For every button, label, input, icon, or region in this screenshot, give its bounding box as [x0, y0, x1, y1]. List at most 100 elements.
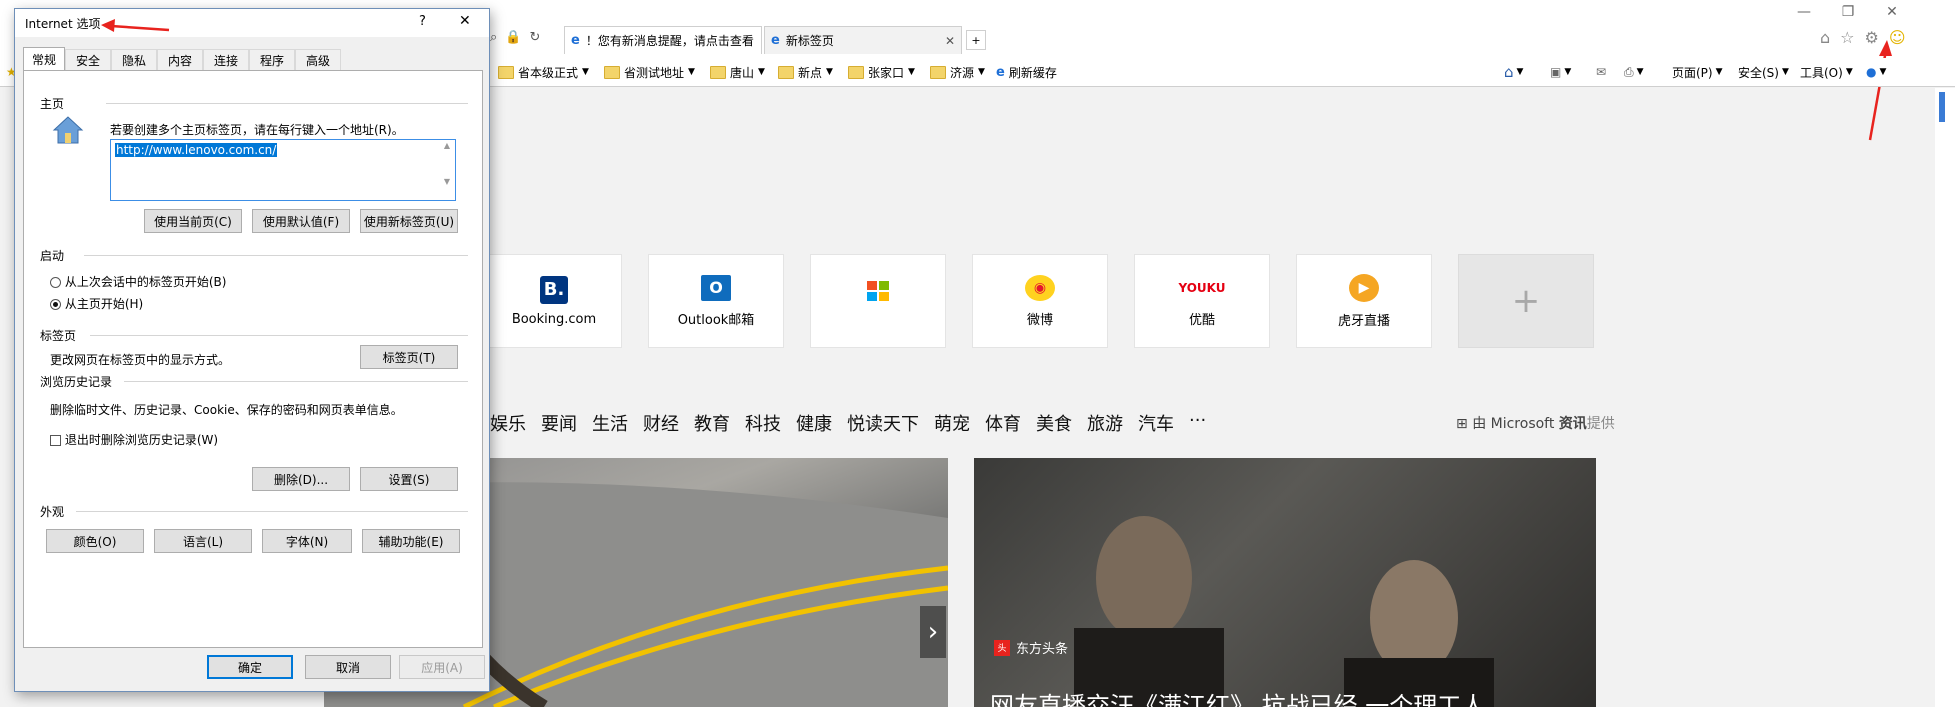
bookmark-folder[interactable]: 省测试地址 ▼: [604, 62, 695, 82]
tile-label: 虎牙直播: [1337, 313, 1390, 329]
refresh-icon[interactable]: ↻: [529, 30, 540, 50]
close-window-icon[interactable]: ✕: [1880, 4, 1904, 24]
tab-advanced[interactable]: 高级: [295, 49, 341, 71]
use-new-tab-button[interactable]: 使用新标签页(U): [360, 209, 458, 233]
home-command[interactable]: ⌂ ▼: [1504, 62, 1523, 82]
checkbox[interactable]: [50, 435, 61, 446]
scrollbar-thumb[interactable]: [1939, 92, 1945, 122]
bookmark-label: 省测试地址: [624, 65, 685, 80]
chevron-down-icon: ▼: [908, 67, 915, 77]
tabs-group-label: 标签页: [40, 329, 77, 343]
more-categories-button[interactable]: ···: [1189, 410, 1206, 436]
category-link[interactable]: 科技: [745, 410, 781, 436]
delete-history-button[interactable]: 删除(D)...: [252, 467, 350, 491]
bookmark-folder[interactable]: 唐山 ▼: [710, 62, 765, 82]
category-link[interactable]: 汽车: [1138, 410, 1174, 436]
microsoft-icon: ⊞: [1456, 416, 1468, 432]
category-link[interactable]: 财经: [643, 410, 679, 436]
cancel-button[interactable]: 取消: [305, 655, 391, 679]
tab-new-tab[interactable]: e 新标签页 ✕: [764, 26, 962, 54]
tile-store[interactable]: [810, 254, 946, 348]
tab-notice[interactable]: e ！您有新消息提醒，请点击查看: [564, 26, 762, 54]
appearance-group-label: 外观: [40, 505, 65, 519]
use-current-button[interactable]: 使用当前页(C): [144, 209, 242, 233]
help-menu[interactable]: ● ▼: [1866, 62, 1886, 82]
languages-button[interactable]: 语言(L): [154, 529, 252, 553]
bookmark-folder[interactable]: 济源 ▼: [930, 62, 985, 82]
tab-programs[interactable]: 程序: [249, 49, 295, 71]
category-link[interactable]: 娱乐: [490, 410, 526, 436]
bookmark-label: 济源: [950, 65, 975, 80]
close-icon[interactable]: ✕: [459, 13, 471, 29]
home-icon[interactable]: ⌂: [1820, 28, 1830, 47]
folder-icon: [848, 65, 864, 79]
new-tab-button[interactable]: +: [966, 30, 986, 50]
provider-credit: ⊞ 由 Microsoft 资讯提供: [1456, 413, 1615, 433]
mail-command[interactable]: ✉: [1596, 62, 1606, 82]
help-button[interactable]: ?: [419, 14, 426, 29]
print-command[interactable]: ⎙ ▼: [1624, 62, 1644, 82]
accessibility-button[interactable]: 辅助功能(E): [362, 529, 460, 553]
provider-prefix: 由 Microsoft: [1472, 416, 1559, 432]
colors-button[interactable]: 颜色(O): [46, 529, 144, 553]
add-tile-button[interactable]: +: [1458, 254, 1594, 348]
category-link[interactable]: 美食: [1036, 410, 1072, 436]
category-link[interactable]: 健康: [796, 410, 832, 436]
news-headline[interactable]: 网友直播交汪《满江红》 抗战已经 一个理工人: [990, 686, 1485, 707]
category-link[interactable]: 生活: [592, 410, 628, 436]
fonts-button[interactable]: 字体(N): [262, 529, 352, 553]
tile-huya[interactable]: ▶ 虎牙直播: [1296, 254, 1432, 348]
tab-general[interactable]: 常规: [23, 47, 65, 71]
tabs-settings-button[interactable]: 标签页(T): [360, 345, 458, 369]
tab-close-icon[interactable]: ✕: [945, 34, 955, 48]
carousel-next-button[interactable]: ›: [920, 606, 946, 658]
news-image-movie[interactable]: 头 东方头条 网友直播交汪《满江红》 抗战已经 一个理工人: [974, 458, 1596, 707]
chevron-down-icon: ▼: [1516, 67, 1524, 77]
category-link[interactable]: 悦读天下: [847, 410, 919, 436]
history-settings-button[interactable]: 设置(S): [360, 467, 458, 491]
search-icon[interactable]: ⌕: [490, 30, 497, 50]
tools-menu-label: 工具(O): [1800, 65, 1843, 80]
startup-option-last-session[interactable]: 从上次会话中的标签页开始(B): [50, 273, 226, 290]
tile-outlook[interactable]: O Outlook邮箱: [648, 254, 784, 348]
tab-security[interactable]: 安全: [65, 49, 111, 71]
tile-weibo[interactable]: ◉ 微博: [972, 254, 1108, 348]
tab-connections[interactable]: 连接: [203, 49, 249, 71]
tools-menu[interactable]: 工具(O) ▼: [1800, 62, 1853, 82]
radio-button-selected[interactable]: [50, 299, 61, 310]
feeds-command[interactable]: ▣ ▼: [1550, 62, 1571, 82]
category-link[interactable]: 要闻: [541, 410, 577, 436]
bookmark-link[interactable]: e 刷新缓存: [996, 62, 1057, 82]
tab-privacy[interactable]: 隐私: [111, 49, 157, 71]
safety-menu[interactable]: 安全(S) ▼: [1738, 62, 1789, 82]
category-link[interactable]: 萌宠: [934, 410, 970, 436]
chevron-down-icon: ▼: [582, 67, 589, 77]
favorites-star-icon[interactable]: ☆: [1840, 28, 1854, 47]
bookmark-folder[interactable]: 省本级正式 ▼: [498, 62, 589, 82]
tile-label: 微博: [1026, 312, 1053, 328]
page-scrollbar[interactable]: [1935, 88, 1955, 707]
radio-button[interactable]: [50, 277, 61, 288]
tile-youku[interactable]: YOUKU 优酷: [1134, 254, 1270, 348]
tab-content[interactable]: 内容: [157, 49, 203, 71]
page-menu[interactable]: 页面(P) ▼: [1672, 62, 1723, 82]
restore-icon[interactable]: ❐: [1836, 4, 1860, 24]
minimize-icon[interactable]: —: [1792, 4, 1816, 24]
category-link[interactable]: 旅游: [1087, 410, 1123, 436]
tile-booking[interactable]: B. Booking.com: [486, 254, 622, 348]
chevron-down-icon: ▼: [1636, 67, 1644, 77]
provider-suffix: 提供: [1586, 416, 1615, 432]
apply-button[interactable]: 应用(A): [399, 655, 485, 679]
bookmark-folder[interactable]: 新点 ▼: [778, 62, 833, 82]
homepage-url-textarea[interactable]: http://www.lenovo.com.cn/ ▲ ▼: [110, 139, 456, 201]
chevron-down-icon: ▼: [758, 67, 765, 77]
category-link[interactable]: 教育: [694, 410, 730, 436]
bookmark-folder[interactable]: 张家口 ▼: [848, 62, 915, 82]
textarea-scrollbar[interactable]: ▲ ▼: [440, 141, 454, 199]
startup-option-homepage[interactable]: 从主页开始(H): [50, 295, 143, 312]
plus-icon: +: [1511, 281, 1541, 321]
ok-button[interactable]: 确定: [207, 655, 293, 679]
use-default-button[interactable]: 使用默认值(F): [252, 209, 350, 233]
category-link[interactable]: 体育: [985, 410, 1021, 436]
delete-on-exit-checkbox[interactable]: 退出时删除浏览历史记录(W): [50, 431, 218, 448]
